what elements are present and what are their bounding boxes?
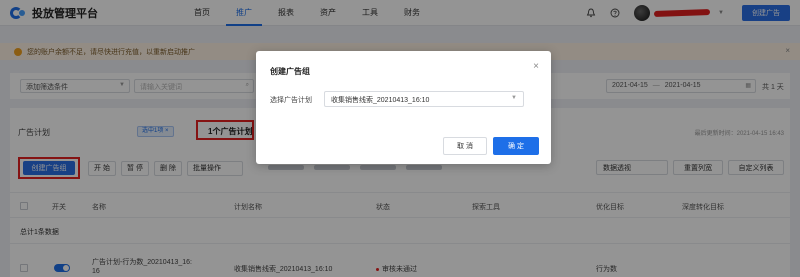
create-ad-group-dialog: 创建广告组 × 选择广告计划 收集销售线索_20210413_16:10 ▼ 取…	[256, 51, 551, 164]
select-plan-label: 选择广告计划	[270, 97, 312, 104]
page: 投放管理平台 首页 推广 报表 资产 工具 财务 ▼ 创建广告 您的账户余额不足…	[0, 0, 800, 277]
cancel-button[interactable]: 取 消	[443, 137, 487, 155]
dialog-title: 创建广告组	[270, 67, 310, 76]
select-plan-value: 收集销售线索_20210413_16:10	[331, 97, 430, 104]
close-icon[interactable]: ×	[533, 61, 539, 72]
select-plan-dropdown[interactable]: 收集销售线索_20210413_16:10 ▼	[324, 91, 524, 107]
chevron-down-icon: ▼	[511, 95, 517, 101]
confirm-button[interactable]: 确 定	[493, 137, 539, 155]
